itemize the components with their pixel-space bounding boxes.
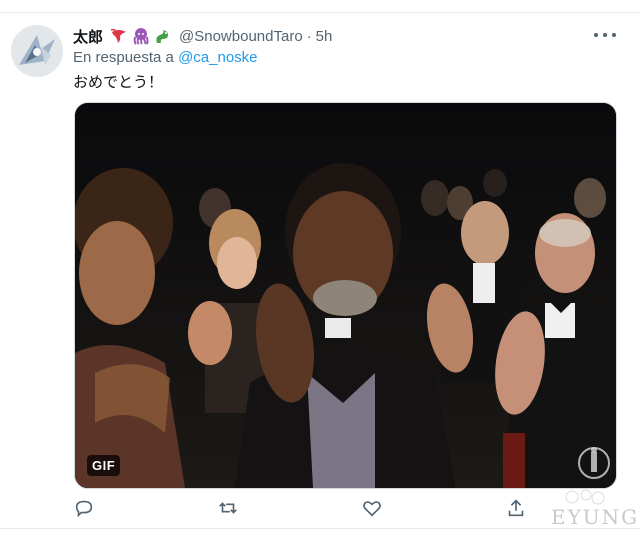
gif-frame <box>75 103 616 488</box>
avatar[interactable] <box>11 25 63 77</box>
reply-icon[interactable] <box>73 497 97 521</box>
display-name[interactable]: 太郎 <box>73 26 103 47</box>
gif-badge: GIF <box>87 455 121 476</box>
retweet-icon[interactable] <box>217 497 241 521</box>
octopus-emoji <box>131 26 151 46</box>
bottom-divider <box>0 528 640 529</box>
watermark-text: EYUNG <box>551 505 640 529</box>
tweet-text: おめでとう！ <box>73 74 164 91</box>
lobster-emoji <box>109 26 129 46</box>
tweet-header: 太郎 @SnowboundTaro · 5h <box>73 25 332 47</box>
gif-media[interactable] <box>74 102 617 489</box>
header-separator: · <box>306 27 312 45</box>
tweet-action-bar <box>73 497 543 521</box>
tweet-timestamp[interactable]: 5h <box>316 28 333 45</box>
top-divider <box>0 12 640 13</box>
like-icon[interactable] <box>361 497 385 521</box>
reply-to-link[interactable]: @ca_noske <box>178 49 257 66</box>
share-icon[interactable] <box>505 497 529 521</box>
avatar-image <box>11 25 63 77</box>
reply-context: En respuesta a @ca_noske <box>73 49 258 66</box>
reply-prefix: En respuesta a <box>73 49 174 66</box>
dragon-emoji <box>153 26 173 46</box>
user-handle[interactable]: @SnowboundTaro <box>179 28 303 45</box>
more-options-icon[interactable] <box>594 27 616 43</box>
